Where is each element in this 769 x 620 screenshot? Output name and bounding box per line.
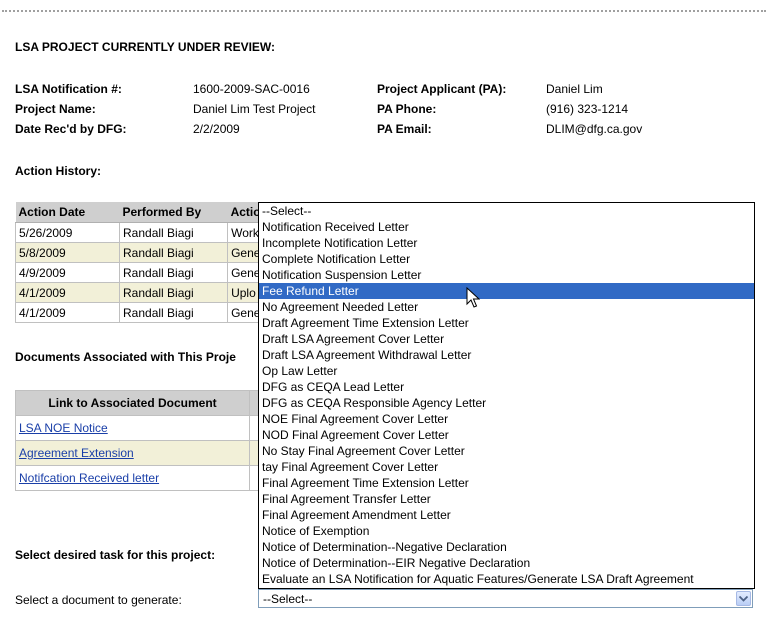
document-link-notification-received[interactable]: Notifcation Received letter bbox=[19, 471, 159, 485]
dropdown-option[interactable]: Notice of Determination--Negative Declar… bbox=[259, 539, 754, 555]
column-header-action-date[interactable]: Action Date bbox=[15, 202, 120, 223]
table-row: 5/8/2009 Randall Biagi Gene bbox=[15, 242, 275, 263]
email-value: DLIM@dfg.ca.gov bbox=[546, 122, 643, 136]
dropdown-option[interactable]: Notification Received Letter bbox=[259, 219, 754, 235]
dotted-divider bbox=[2, 10, 766, 12]
phone-value: (916) 323-1214 bbox=[546, 102, 629, 116]
dropdown-option[interactable]: Final Agreement Transfer Letter bbox=[259, 491, 754, 507]
performed-by-cell: Randall Biagi bbox=[118, 222, 229, 243]
date-label: Date Rec'd by DFG: bbox=[15, 122, 127, 136]
document-options-list[interactable]: --Select-- Notification Received Letter In… bbox=[258, 202, 755, 589]
mouse-pointer-icon bbox=[466, 287, 480, 308]
dropdown-option[interactable]: Final Agreement Amendment Letter bbox=[259, 507, 754, 523]
performed-by-cell: Randall Biagi bbox=[118, 282, 229, 303]
dropdown-option[interactable]: No Agreement Needed Letter bbox=[259, 299, 754, 315]
chevron-down-icon[interactable] bbox=[736, 591, 751, 606]
dropdown-option[interactable]: NOE Final Agreement Cover Letter bbox=[259, 411, 754, 427]
phone-label: PA Phone: bbox=[377, 102, 437, 116]
applicant-value: Daniel Lim bbox=[546, 82, 603, 96]
documents-table: Link to Associated Document LSA NOE Noti… bbox=[14, 390, 277, 491]
document-select-label: Select a document to generate: bbox=[15, 593, 182, 607]
project-name-label: Project Name: bbox=[15, 102, 96, 116]
table-header-row: Link to Associated Document bbox=[14, 390, 277, 416]
action-date-cell: 4/1/2009 bbox=[15, 302, 120, 323]
dropdown-option[interactable]: Notification Suspension Letter bbox=[259, 267, 754, 283]
table-row: 4/9/2009 Randall Biagi Gene bbox=[15, 262, 275, 283]
dropdown-option[interactable]: Complete Notification Letter bbox=[259, 251, 754, 267]
action-history-table: Action Date Performed By Actio 5/26/2009… bbox=[15, 202, 275, 323]
dropdown-option[interactable]: Notice of Exemption bbox=[259, 523, 754, 539]
task-heading: Select desired task for this project: bbox=[15, 548, 216, 562]
table-row: 4/1/2009 Randall Biagi Gene bbox=[15, 302, 275, 323]
document-link-lsa-noe-notice[interactable]: LSA NOE Notice bbox=[19, 421, 108, 435]
dropdown-option[interactable]: Draft LSA Agreement Cover Letter bbox=[259, 331, 754, 347]
document-link-cell: Notifcation Received letter bbox=[14, 465, 251, 491]
dropdown-option[interactable]: Incomplete Notification Letter bbox=[259, 235, 754, 251]
table-row: 4/1/2009 Randall Biagi Uplo bbox=[15, 282, 275, 303]
action-date-cell: 4/1/2009 bbox=[15, 282, 120, 303]
dropdown-option[interactable]: No Stay Final Agreement Cover Letter bbox=[259, 443, 754, 459]
dropdown-option[interactable]: Final Agreement Time Extension Letter bbox=[259, 475, 754, 491]
dropdown-option[interactable]: Fee Refund Letter bbox=[259, 283, 754, 299]
action-date-cell: 4/9/2009 bbox=[15, 262, 120, 283]
dropdown-option[interactable]: DFG as CEQA Lead Letter bbox=[259, 379, 754, 395]
column-header-performed-by[interactable]: Performed By bbox=[119, 202, 228, 223]
documents-heading: Documents Associated with This Proje bbox=[15, 350, 236, 364]
dropdown-option[interactable]: NOD Final Agreement Cover Letter bbox=[259, 427, 754, 443]
dropdown-option[interactable]: --Select-- bbox=[259, 203, 754, 219]
column-header-document-link: Link to Associated Document bbox=[14, 390, 251, 416]
action-history-heading: Action History: bbox=[15, 164, 102, 178]
email-label: PA Email: bbox=[377, 122, 432, 136]
review-heading: LSA PROJECT CURRENTLY UNDER REVIEW: bbox=[15, 40, 276, 54]
action-date-cell: 5/26/2009 bbox=[15, 222, 120, 243]
dropdown-option[interactable]: Draft LSA Agreement Withdrawal Letter bbox=[259, 347, 754, 363]
document-link-cell: Agreement Extension bbox=[14, 440, 251, 466]
dropdown-option[interactable]: Op Law Letter bbox=[259, 363, 754, 379]
action-date-cell: 5/8/2009 bbox=[15, 242, 120, 263]
table-row: Notifcation Received letter bbox=[14, 465, 277, 491]
performed-by-cell: Randall Biagi bbox=[118, 262, 229, 283]
table-row: 5/26/2009 Randall Biagi Work bbox=[15, 222, 275, 243]
table-header-row: Action Date Performed By Actio bbox=[15, 202, 275, 223]
document-select-value: --Select-- bbox=[263, 592, 313, 606]
performed-by-cell: Randall Biagi bbox=[118, 302, 229, 323]
notification-value: 1600-2009-SAC-0016 bbox=[193, 82, 310, 96]
dropdown-option[interactable]: tay Final Agreement Cover Letter bbox=[259, 459, 754, 475]
performed-by-cell: Randall Biagi bbox=[118, 242, 229, 263]
document-select[interactable]: --Select-- bbox=[258, 589, 753, 608]
dropdown-option[interactable]: Evaluate an LSA Notification for Aquatic… bbox=[259, 571, 754, 587]
date-value: 2/2/2009 bbox=[193, 122, 240, 136]
applicant-label: Project Applicant (PA): bbox=[377, 82, 507, 96]
dropdown-option[interactable]: Draft Agreement Time Extension Letter bbox=[259, 315, 754, 331]
notification-label: LSA Notification #: bbox=[15, 82, 122, 96]
table-row: LSA NOE Notice bbox=[14, 415, 277, 441]
document-link-agreement-extension[interactable]: Agreement Extension bbox=[19, 446, 134, 460]
document-link-cell: LSA NOE Notice bbox=[14, 415, 251, 441]
project-name-value: Daniel Lim Test Project bbox=[193, 102, 316, 116]
table-row: Agreement Extension bbox=[14, 440, 277, 466]
dropdown-option[interactable]: DFG as CEQA Responsible Agency Letter bbox=[259, 395, 754, 411]
dropdown-option[interactable]: Notice of Determination--EIR Negative De… bbox=[259, 555, 754, 571]
